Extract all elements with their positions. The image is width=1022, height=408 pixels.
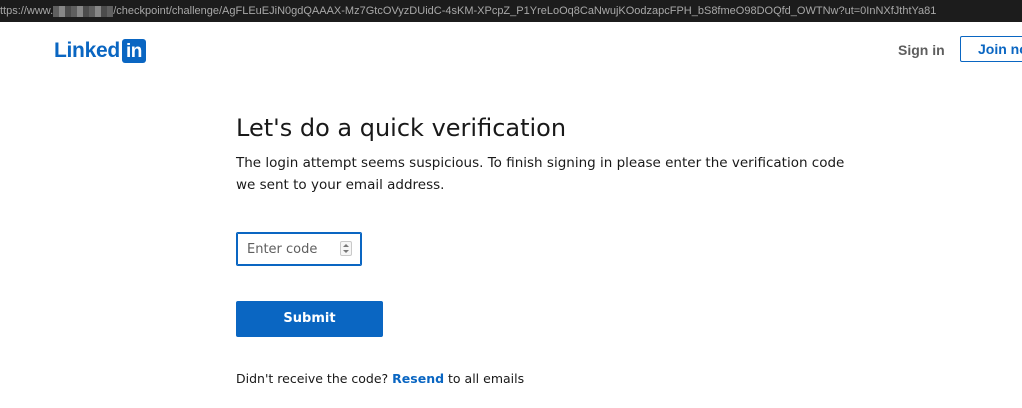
stepper-up-icon[interactable] (343, 244, 349, 247)
browser-url-bar[interactable]: ttps://www. /checkpoint/challenge/AgFLEuE… (0, 0, 1022, 22)
page-title: Let's do a quick verification (236, 114, 567, 142)
code-input-container[interactable] (236, 232, 362, 266)
logo-wordmark: Linked (54, 39, 120, 62)
sign-in-link[interactable]: Sign in (898, 42, 945, 58)
resend-link[interactable]: Resend (392, 371, 444, 386)
site-header: Linked in Sign in Join no (0, 22, 1022, 78)
resend-line: Didn't receive the code? Resend to all e… (236, 370, 736, 388)
resend-suffix: to all emails (448, 371, 525, 386)
logo-in-box: in (121, 39, 146, 63)
url-redacted-segment (53, 5, 114, 17)
verification-code-input[interactable] (237, 233, 347, 265)
join-now-button[interactable]: Join no (960, 36, 1022, 62)
url-prefix: ttps://www. (0, 5, 54, 17)
linkedin-logo[interactable]: Linked in (54, 39, 146, 63)
resend-prefix: Didn't receive the code? (236, 371, 389, 386)
verification-panel: Let's do a quick verification The login … (236, 112, 876, 386)
number-stepper-icon[interactable] (340, 241, 352, 256)
submit-button[interactable]: Submit (236, 301, 383, 337)
page-description: The login attempt seems suspicious. To f… (236, 155, 845, 193)
url-path: /checkpoint/challenge/AgFLEuEJiN0gdQAAAX… (113, 5, 937, 17)
stepper-down-icon[interactable] (343, 250, 349, 253)
